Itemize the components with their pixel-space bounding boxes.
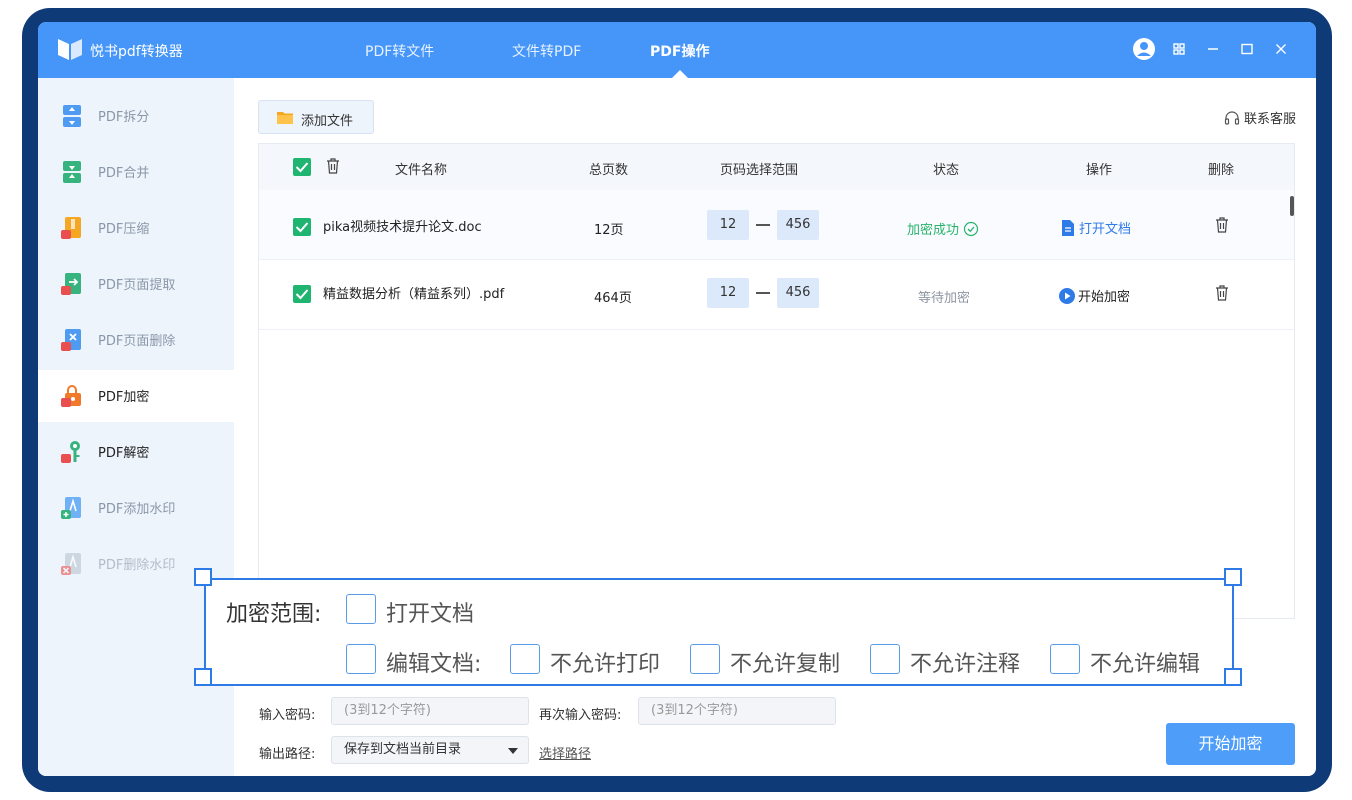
minimize-icon[interactable]	[1200, 36, 1226, 62]
edit-document-checkbox[interactable]	[346, 644, 376, 674]
headset-icon	[1224, 111, 1240, 125]
no-copy-label: 不允许复制	[730, 652, 841, 677]
range-dash	[756, 292, 770, 294]
table-scrollbar[interactable]	[1290, 196, 1294, 216]
delete-row-trash-icon[interactable]	[1213, 284, 1231, 302]
close-icon[interactable]	[1268, 36, 1294, 62]
no-copy-checkbox[interactable]	[690, 644, 720, 674]
row-checkbox[interactable]	[293, 218, 311, 236]
header-page-range: 页码选择范围	[720, 163, 799, 178]
output-path-select[interactable]: 保存到文档当前目录	[331, 736, 529, 764]
file-table: 文件名称 总页数 页码选择范围 状态 操作 删除 pika视频技术提升论文.do…	[258, 143, 1295, 619]
row-checkbox[interactable]	[293, 285, 311, 303]
password-input[interactable]: (3到12个字符)	[331, 697, 529, 725]
file-name: pika视频技术提升论文.doc	[323, 220, 482, 235]
check-circle-icon	[964, 221, 979, 237]
tab-pdf-operations[interactable]: PDF操作	[650, 41, 709, 61]
split-icon	[63, 105, 81, 127]
resize-handle-bottom-left[interactable]	[194, 668, 212, 686]
document-icon	[1062, 220, 1074, 236]
contact-support-link[interactable]: 联系客服	[1224, 108, 1296, 127]
sidebar-item-split[interactable]: PDF拆分	[38, 90, 234, 142]
app-title: 悦书pdf转换器	[90, 44, 183, 60]
table-row: pika视频技术提升论文.doc 12页 12 456 加密成功 打开文档	[259, 190, 1294, 260]
range-to-input[interactable]: 456	[777, 278, 819, 308]
encryption-scope-panel: 加密范围: 打开文档 编辑文档: 不允许打印 不允许复制 不允许注释 不允许编辑	[204, 578, 1234, 686]
status-text: 等待加密	[918, 291, 971, 306]
header-total-pages: 总页数	[589, 163, 629, 178]
sidebar-item-page-delete[interactable]: PDF页面删除	[38, 314, 234, 366]
file-name: 精益数据分析（精益系列）.pdf	[323, 287, 505, 302]
edit-document-label: 编辑文档:	[386, 652, 482, 677]
add-file-button[interactable]: 添加文件	[258, 100, 374, 134]
status-text: 加密成功	[907, 219, 979, 238]
range-dash	[756, 224, 770, 226]
page-count: 12页	[594, 223, 624, 238]
delete-row-trash-icon[interactable]	[1213, 216, 1231, 234]
encryption-scope-title: 加密范围:	[226, 602, 322, 627]
range-from-input[interactable]: 12	[707, 278, 749, 308]
no-edit-checkbox[interactable]	[1050, 644, 1080, 674]
key-icon	[61, 441, 80, 463]
grid-menu-icon[interactable]	[1166, 36, 1192, 62]
choose-path-link[interactable]: 选择路径	[539, 743, 591, 762]
output-path-label: 输出路径:	[259, 747, 316, 762]
confirm-password-input[interactable]: (3到12个字符)	[638, 697, 836, 725]
open-document-link[interactable]: 打开文档	[1061, 218, 1131, 237]
open-document-checkbox[interactable]	[346, 594, 376, 624]
sidebar-item-compress[interactable]: PDF压缩	[38, 202, 234, 254]
header-file-name: 文件名称	[395, 163, 448, 178]
start-encrypt-button[interactable]: 开始加密	[1166, 723, 1295, 765]
compress-icon	[61, 217, 81, 239]
merge-icon	[63, 161, 81, 183]
sidebar-item-extract[interactable]: PDF页面提取	[38, 258, 234, 310]
sidebar-item-add-watermark[interactable]: PDF添加水印	[38, 482, 234, 534]
user-avatar-icon[interactable]	[1131, 36, 1157, 62]
chevron-down-icon	[508, 748, 518, 754]
lock-icon	[61, 385, 81, 407]
tab-file-to-pdf[interactable]: 文件转PDF	[512, 41, 581, 61]
page-delete-icon	[61, 329, 81, 351]
table-header: 文件名称 总页数 页码选择范围 状态 操作 删除	[259, 144, 1294, 190]
no-annotate-label: 不允许注释	[910, 652, 1021, 677]
header-action: 操作	[1086, 163, 1113, 178]
no-print-checkbox[interactable]	[510, 644, 540, 674]
confirm-password-label: 再次输入密码:	[539, 708, 622, 723]
sidebar-item-merge[interactable]: PDF合并	[38, 146, 234, 198]
sidebar-item-decrypt[interactable]: PDF解密	[38, 426, 234, 478]
page-count: 464页	[594, 291, 632, 306]
watermark-add-icon	[61, 497, 81, 519]
folder-icon	[277, 112, 293, 124]
resize-handle-bottom-right[interactable]	[1224, 668, 1242, 686]
play-icon	[1059, 288, 1075, 304]
open-document-label: 打开文档	[386, 602, 475, 627]
range-to-input[interactable]: 456	[777, 210, 819, 240]
watermark-delete-icon	[61, 553, 81, 575]
password-label: 输入密码:	[259, 708, 316, 723]
table-row: 精益数据分析（精益系列）.pdf 464页 12 456 等待加密 开始加密	[259, 260, 1294, 330]
resize-handle-top-right[interactable]	[1224, 568, 1242, 586]
no-edit-label: 不允许编辑	[1090, 652, 1201, 677]
no-print-label: 不允许打印	[550, 652, 661, 677]
title-bar: 悦书pdf转换器 PDF转文件 文件转PDF PDF操作	[38, 22, 1316, 78]
delete-all-trash-icon[interactable]	[324, 157, 342, 175]
start-encrypt-link[interactable]: 开始加密	[1059, 286, 1130, 305]
active-tab-indicator	[672, 70, 688, 78]
maximize-icon[interactable]	[1234, 36, 1260, 62]
app-logo-icon	[58, 39, 82, 60]
header-status: 状态	[933, 163, 960, 178]
range-from-input[interactable]: 12	[707, 210, 749, 240]
header-delete: 删除	[1208, 163, 1235, 178]
resize-handle-top-left[interactable]	[194, 568, 212, 586]
no-annotate-checkbox[interactable]	[870, 644, 900, 674]
select-all-checkbox[interactable]	[293, 158, 311, 176]
sidebar-item-encrypt[interactable]: PDF加密	[38, 370, 234, 422]
extract-icon	[61, 273, 81, 295]
tab-pdf-to-file[interactable]: PDF转文件	[365, 41, 434, 61]
